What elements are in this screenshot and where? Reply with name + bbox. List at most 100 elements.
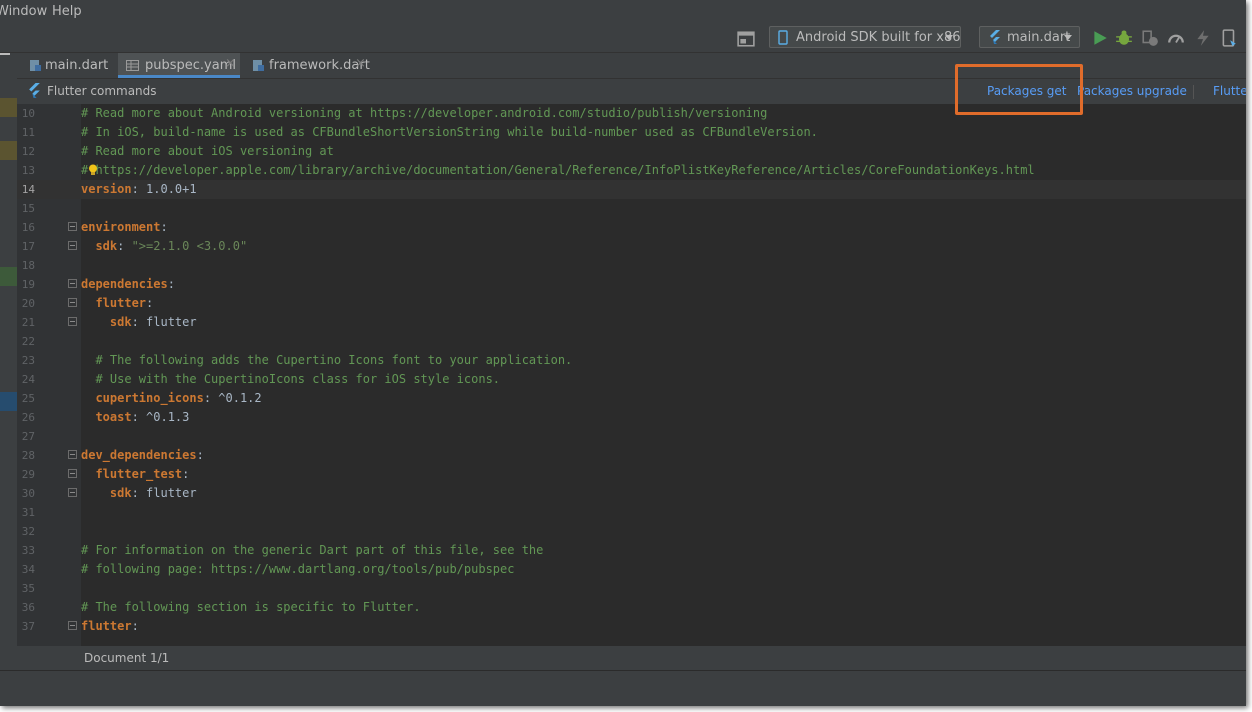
tab-main-dart[interactable]: main.dart xyxy=(21,53,117,78)
line-number: 36 xyxy=(21,601,35,614)
yaml-value: : xyxy=(196,448,204,462)
code-line[interactable]: 11 # In iOS, build-name is used as CFBund… xyxy=(17,123,1246,142)
code-text: # Read more about iOS versioning at xyxy=(81,144,334,158)
line-number: 27 xyxy=(21,430,35,443)
code-text: # Read more about Android versioning at … xyxy=(81,106,767,120)
close-icon[interactable]: × xyxy=(355,56,366,71)
code-line[interactable]: 24 # Use with the CupertinoIcons class f… xyxy=(17,370,1246,389)
tab-framework-dart[interactable]: framework.dart × xyxy=(244,53,370,78)
code-line[interactable]: 31 xyxy=(17,503,1246,522)
line-number: 16 xyxy=(21,221,35,234)
code-line[interactable]: 27 xyxy=(17,427,1246,446)
code-line[interactable]: 21 sdk: flutter xyxy=(17,313,1246,332)
code-line[interactable]: 12 # Read more about iOS versioning at xyxy=(17,142,1246,161)
line-number: 12 xyxy=(21,145,35,158)
code-line[interactable]: 28 dev_dependencies: xyxy=(17,446,1246,465)
code-text: # Use with the CupertinoIcons class for … xyxy=(81,372,500,386)
yaml-key: sdk xyxy=(81,315,132,329)
debug-icon[interactable] xyxy=(1115,29,1133,47)
line-number: 18 xyxy=(21,259,35,272)
fold-icon[interactable] xyxy=(68,469,77,478)
packages-upgrade-link[interactable]: Packages upgrade xyxy=(1077,84,1187,98)
code-line[interactable]: 22 xyxy=(17,332,1246,351)
code-line[interactable]: 36 # The following section is specific to… xyxy=(17,598,1246,617)
run-icon[interactable] xyxy=(1091,29,1109,47)
code-line[interactable]: 34 # following page: https://www.dartlang… xyxy=(17,560,1246,579)
change-marker xyxy=(0,98,17,117)
fold-icon[interactable] xyxy=(68,279,77,288)
code-line[interactable]: 13 # https://developer.apple.com/library/… xyxy=(17,161,1246,180)
dart-file-icon xyxy=(30,60,41,71)
yaml-key: flutter xyxy=(81,296,147,310)
code-line[interactable]: 20 flutter: xyxy=(17,294,1246,313)
code-line[interactable]: 23 # The following adds the Cupertino Ic… xyxy=(17,351,1246,370)
code-text: dev_dependencies: xyxy=(81,448,204,462)
yaml-key: dev_dependencies xyxy=(81,448,197,462)
fold-icon[interactable] xyxy=(68,317,77,326)
code-line[interactable]: 14 version: 1.0.0+1 xyxy=(17,180,1246,199)
line-number: 24 xyxy=(21,373,35,386)
code-line[interactable]: 15 xyxy=(17,199,1246,218)
code-line[interactable]: 33 # For information on the generic Dart … xyxy=(17,541,1246,560)
dart-file-icon xyxy=(253,60,264,71)
yaml-key: dependencies xyxy=(81,277,168,291)
code-line[interactable]: 30 sdk: flutter xyxy=(17,484,1246,503)
code-line[interactable]: 19 dependencies: xyxy=(17,275,1246,294)
code-text: # following page: https://www.dartlang.o… xyxy=(81,562,514,576)
yaml-key: sdk xyxy=(81,239,118,253)
code-text: cupertino_icons: ^0.1.2 xyxy=(81,391,261,405)
comment-text: # following page: https://www.dartlang.o… xyxy=(81,562,515,576)
code-line[interactable]: 37 flutter: xyxy=(17,617,1246,636)
code-line[interactable]: 16 environment: xyxy=(17,218,1246,237)
device-label: Android SDK built for x86 xyxy=(796,30,961,45)
code-line[interactable]: 25 cupertino_icons: ^0.1.2 xyxy=(17,389,1246,408)
code-line[interactable]: 18 xyxy=(17,256,1246,275)
code-line[interactable]: 35 xyxy=(17,579,1246,598)
fold-icon[interactable] xyxy=(68,621,77,630)
attach-icon[interactable] xyxy=(1141,29,1159,47)
yaml-key: cupertino_icons xyxy=(81,391,204,405)
comment-text: # The following adds the Cupertino Icons… xyxy=(81,353,573,367)
code-text: # For information on the generic Dart pa… xyxy=(81,543,543,557)
minimize-icon[interactable] xyxy=(0,53,10,55)
run-config-selector[interactable]: main.dart xyxy=(979,26,1080,48)
yaml-key: flutter_test xyxy=(81,467,183,481)
hot-reload-icon[interactable] xyxy=(1194,29,1212,47)
code-line[interactable]: 17 sdk: ">=2.1.0 <3.0.0" xyxy=(17,237,1246,256)
terminal-icon[interactable] xyxy=(737,30,755,48)
line-number: 15 xyxy=(21,202,35,215)
change-marker xyxy=(0,141,17,160)
fold-icon[interactable] xyxy=(68,298,77,307)
lightbulb-icon[interactable] xyxy=(88,164,98,176)
device-selector[interactable]: Android SDK built for x86 xyxy=(769,26,961,48)
code-line[interactable]: 26 toast: ^0.1.3 xyxy=(17,408,1246,427)
line-number: 37 xyxy=(21,620,35,633)
comment-text: # In iOS, build-name is used as CFBundle… xyxy=(81,125,818,139)
bottom-panel xyxy=(0,670,1246,706)
menu-help[interactable]: Help xyxy=(52,4,82,19)
yaml-key: version xyxy=(81,182,132,196)
fold-icon[interactable] xyxy=(68,488,77,497)
yaml-value: : flutter xyxy=(131,315,197,329)
line-number: 25 xyxy=(21,392,35,405)
close-icon[interactable]: × xyxy=(225,56,236,71)
fold-icon[interactable] xyxy=(68,241,77,250)
fold-icon[interactable] xyxy=(68,450,77,459)
code-line[interactable]: 29 flutter_test: xyxy=(17,465,1246,484)
code-editor[interactable]: 10 # Read more about Android versioning a… xyxy=(17,104,1246,646)
comment-text: # For information on the generic Dart pa… xyxy=(81,543,544,557)
device-icon xyxy=(778,30,788,45)
code-line[interactable]: 32 xyxy=(17,522,1246,541)
profile-icon[interactable] xyxy=(1167,29,1185,47)
comment-text: # https://developer.apple.com/library/ar… xyxy=(81,163,1035,177)
menu-window[interactable]: Window xyxy=(0,4,47,19)
yaml-value: : xyxy=(160,220,168,234)
tab-pubspec-yaml[interactable]: pubspec.yaml × xyxy=(118,53,240,78)
code-text: # In iOS, build-name is used as CFBundle… xyxy=(81,125,818,139)
document-indicator: Document 1/1 xyxy=(84,651,170,665)
fold-icon[interactable] xyxy=(68,222,77,231)
device-manager-icon[interactable] xyxy=(1220,29,1238,47)
flutter-more-link[interactable]: Flutter xyxy=(1213,84,1246,98)
line-number: 14 xyxy=(21,183,35,196)
flutter-icon xyxy=(990,30,1000,44)
